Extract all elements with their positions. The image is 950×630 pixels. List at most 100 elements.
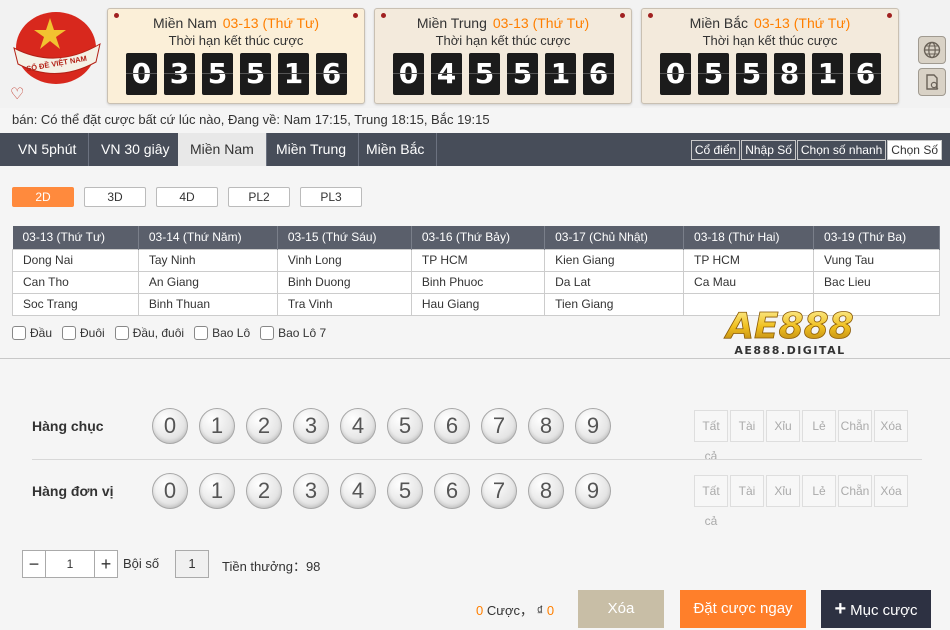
quick-pick-chan[interactable]: Chẵn	[838, 475, 872, 507]
quick-pick-tai[interactable]: Tài	[730, 475, 764, 507]
globe-icon[interactable]	[918, 36, 946, 64]
number-ball[interactable]: 2	[246, 408, 282, 444]
option-bao-lo-7[interactable]: Bao Lô 7	[260, 326, 326, 340]
tab-mien-nam[interactable]: Miền Nam	[178, 133, 267, 166]
quick-pick-xiu[interactable]: Xỉu	[766, 410, 800, 442]
quick-pick-chan[interactable]: Chẵn	[838, 410, 872, 442]
table-cell[interactable]: Binh Duong	[276, 270, 412, 294]
clear-button[interactable]: Xóa	[578, 590, 664, 628]
quick-pick-all[interactable]: Tất cả	[694, 410, 728, 463]
column-header: 03-16 (Thứ Bảy)	[411, 226, 546, 249]
table-cell[interactable]: Kien Giang	[544, 248, 685, 272]
checkbox[interactable]	[12, 326, 26, 340]
number-ball[interactable]: 6	[434, 408, 470, 444]
table-cell[interactable]: Bac Lieu	[813, 270, 940, 294]
table-cell[interactable]: Ca Mau	[683, 270, 815, 294]
table-cell[interactable]: Tay Ninh	[137, 248, 278, 272]
checkbox[interactable]	[114, 326, 129, 340]
prize-text: Tiền thưởng：98	[222, 559, 321, 574]
number-ball[interactable]: 7	[481, 408, 517, 444]
column-header: 03-17 (Chủ Nhật)	[544, 226, 685, 249]
countdown-digit: 5	[469, 53, 500, 95]
mode-nhap-so[interactable]: Nhập Số	[741, 140, 796, 160]
document-icon[interactable]	[918, 68, 946, 96]
checkbox[interactable]	[62, 326, 77, 340]
table-cell[interactable]: TP HCM	[410, 248, 546, 272]
number-ball[interactable]: 5	[387, 473, 423, 509]
header: SỐ ĐỀ VIỆT NAM ♡ Miền Nam 03-13 (Thứ Tư) …	[0, 0, 950, 127]
option-dau-duoi[interactable]: Đầu, đuôi	[114, 326, 184, 340]
number-picker-hang-don-vi: 0 1 2 3 4 5 6 7 8 9	[152, 473, 611, 509]
tab-mien-bac[interactable]: Miền Bắc	[354, 133, 438, 166]
countdown-digit: 5	[240, 53, 271, 95]
tab-vn-30-giay[interactable]: VN 30 giây	[89, 133, 183, 166]
mode-chon-so[interactable]: Chọn Số	[887, 140, 942, 160]
quick-pick-le[interactable]: Lẻ	[802, 410, 836, 442]
table-cell[interactable]: An Giang	[137, 270, 278, 294]
number-ball[interactable]: 7	[481, 473, 517, 509]
quick-pick-xiu[interactable]: Xỉu	[766, 475, 800, 507]
option-duoi[interactable]: Đuôi	[62, 326, 105, 340]
number-ball[interactable]: 3	[293, 408, 329, 444]
quick-pick-tai[interactable]: Tài	[730, 410, 764, 442]
table-cell[interactable]: Binh Thuan	[137, 292, 278, 316]
number-ball[interactable]: 0	[152, 473, 188, 509]
number-ball[interactable]: 6	[434, 473, 470, 509]
checkbox[interactable]	[194, 326, 209, 340]
number-ball[interactable]: 4	[340, 408, 376, 444]
checkbox[interactable]	[260, 326, 275, 340]
place-bet-button[interactable]: Đặt cược ngay	[680, 590, 806, 628]
bet-type-pl2[interactable]: PL2	[228, 187, 290, 207]
table-cell[interactable]: Vung Tau	[813, 248, 940, 272]
increment-button[interactable]: +	[94, 550, 118, 578]
number-ball[interactable]: 5	[387, 408, 423, 444]
number-ball[interactable]: 0	[152, 408, 188, 444]
table-cell[interactable]: Tra Vinh	[276, 292, 412, 316]
option-label: Bao Lô	[212, 326, 251, 340]
quick-pick-le[interactable]: Lẻ	[802, 475, 836, 507]
bet-type-pl3[interactable]: PL3	[300, 187, 362, 207]
add-bet-item-button[interactable]: + Mục cược	[821, 590, 931, 628]
table-cell[interactable]: Dong Nai	[12, 248, 139, 272]
decrement-button[interactable]: −	[22, 550, 46, 578]
number-ball[interactable]: 1	[199, 408, 235, 444]
quick-pick-all[interactable]: Tất cả	[694, 475, 728, 528]
table-cell[interactable]: Da Lat	[544, 270, 685, 294]
panel-region: Miền Trung	[416, 15, 487, 31]
number-ball[interactable]: 1	[199, 473, 235, 509]
table-cell[interactable]: Binh Phuoc	[410, 270, 546, 294]
number-ball[interactable]: 4	[340, 473, 376, 509]
watermark-small-text: AE888.DIGITAL	[734, 344, 845, 357]
favorite-heart-icon[interactable]: ♡	[10, 84, 24, 104]
mode-co-dien[interactable]: Cổ điển	[690, 140, 741, 160]
table-cell[interactable]: TP HCM	[683, 248, 815, 272]
bet-type-2d[interactable]: 2D	[12, 187, 74, 207]
countdown-digit: 8	[774, 53, 805, 95]
tab-mien-trung[interactable]: Miền Trung	[264, 133, 360, 166]
countdown-digit: 5	[507, 53, 538, 95]
option-dau[interactable]: Đầu	[12, 326, 52, 340]
number-ball[interactable]: 2	[246, 473, 282, 509]
number-ball[interactable]: 9	[575, 408, 611, 444]
option-bao-lo[interactable]: Bao Lô	[194, 326, 250, 340]
multiplier-input[interactable]: 1	[175, 550, 209, 578]
number-ball[interactable]: 9	[575, 473, 611, 509]
number-ball[interactable]: 8	[528, 473, 564, 509]
quick-pick-clear[interactable]: Xóa	[874, 410, 908, 442]
table-cell[interactable]: Tien Giang	[544, 292, 685, 316]
amount-input[interactable]: 1	[46, 550, 94, 578]
table-cell[interactable]: Hau Giang	[410, 292, 546, 316]
table-cell[interactable]: Can Tho	[12, 270, 139, 294]
number-ball[interactable]: 8	[528, 408, 564, 444]
table-cell[interactable]: Vinh Long	[276, 248, 412, 272]
quick-pick-clear[interactable]: Xóa	[874, 475, 908, 507]
bet-type-selector: 2D 3D 4D PL2 PL3	[12, 187, 362, 207]
add-bet-item-label: Mục cược	[850, 602, 918, 619]
tab-vn-5phut[interactable]: VN 5phút	[6, 133, 90, 166]
countdown: 0 4 5 5 1 6	[393, 53, 614, 95]
bet-type-4d[interactable]: 4D	[156, 187, 218, 207]
number-ball[interactable]: 3	[293, 473, 329, 509]
mode-chon-so-nhanh[interactable]: Chọn số nhanh	[796, 140, 887, 160]
table-cell[interactable]: Soc Trang	[12, 292, 139, 316]
bet-type-3d[interactable]: 3D	[84, 187, 146, 207]
